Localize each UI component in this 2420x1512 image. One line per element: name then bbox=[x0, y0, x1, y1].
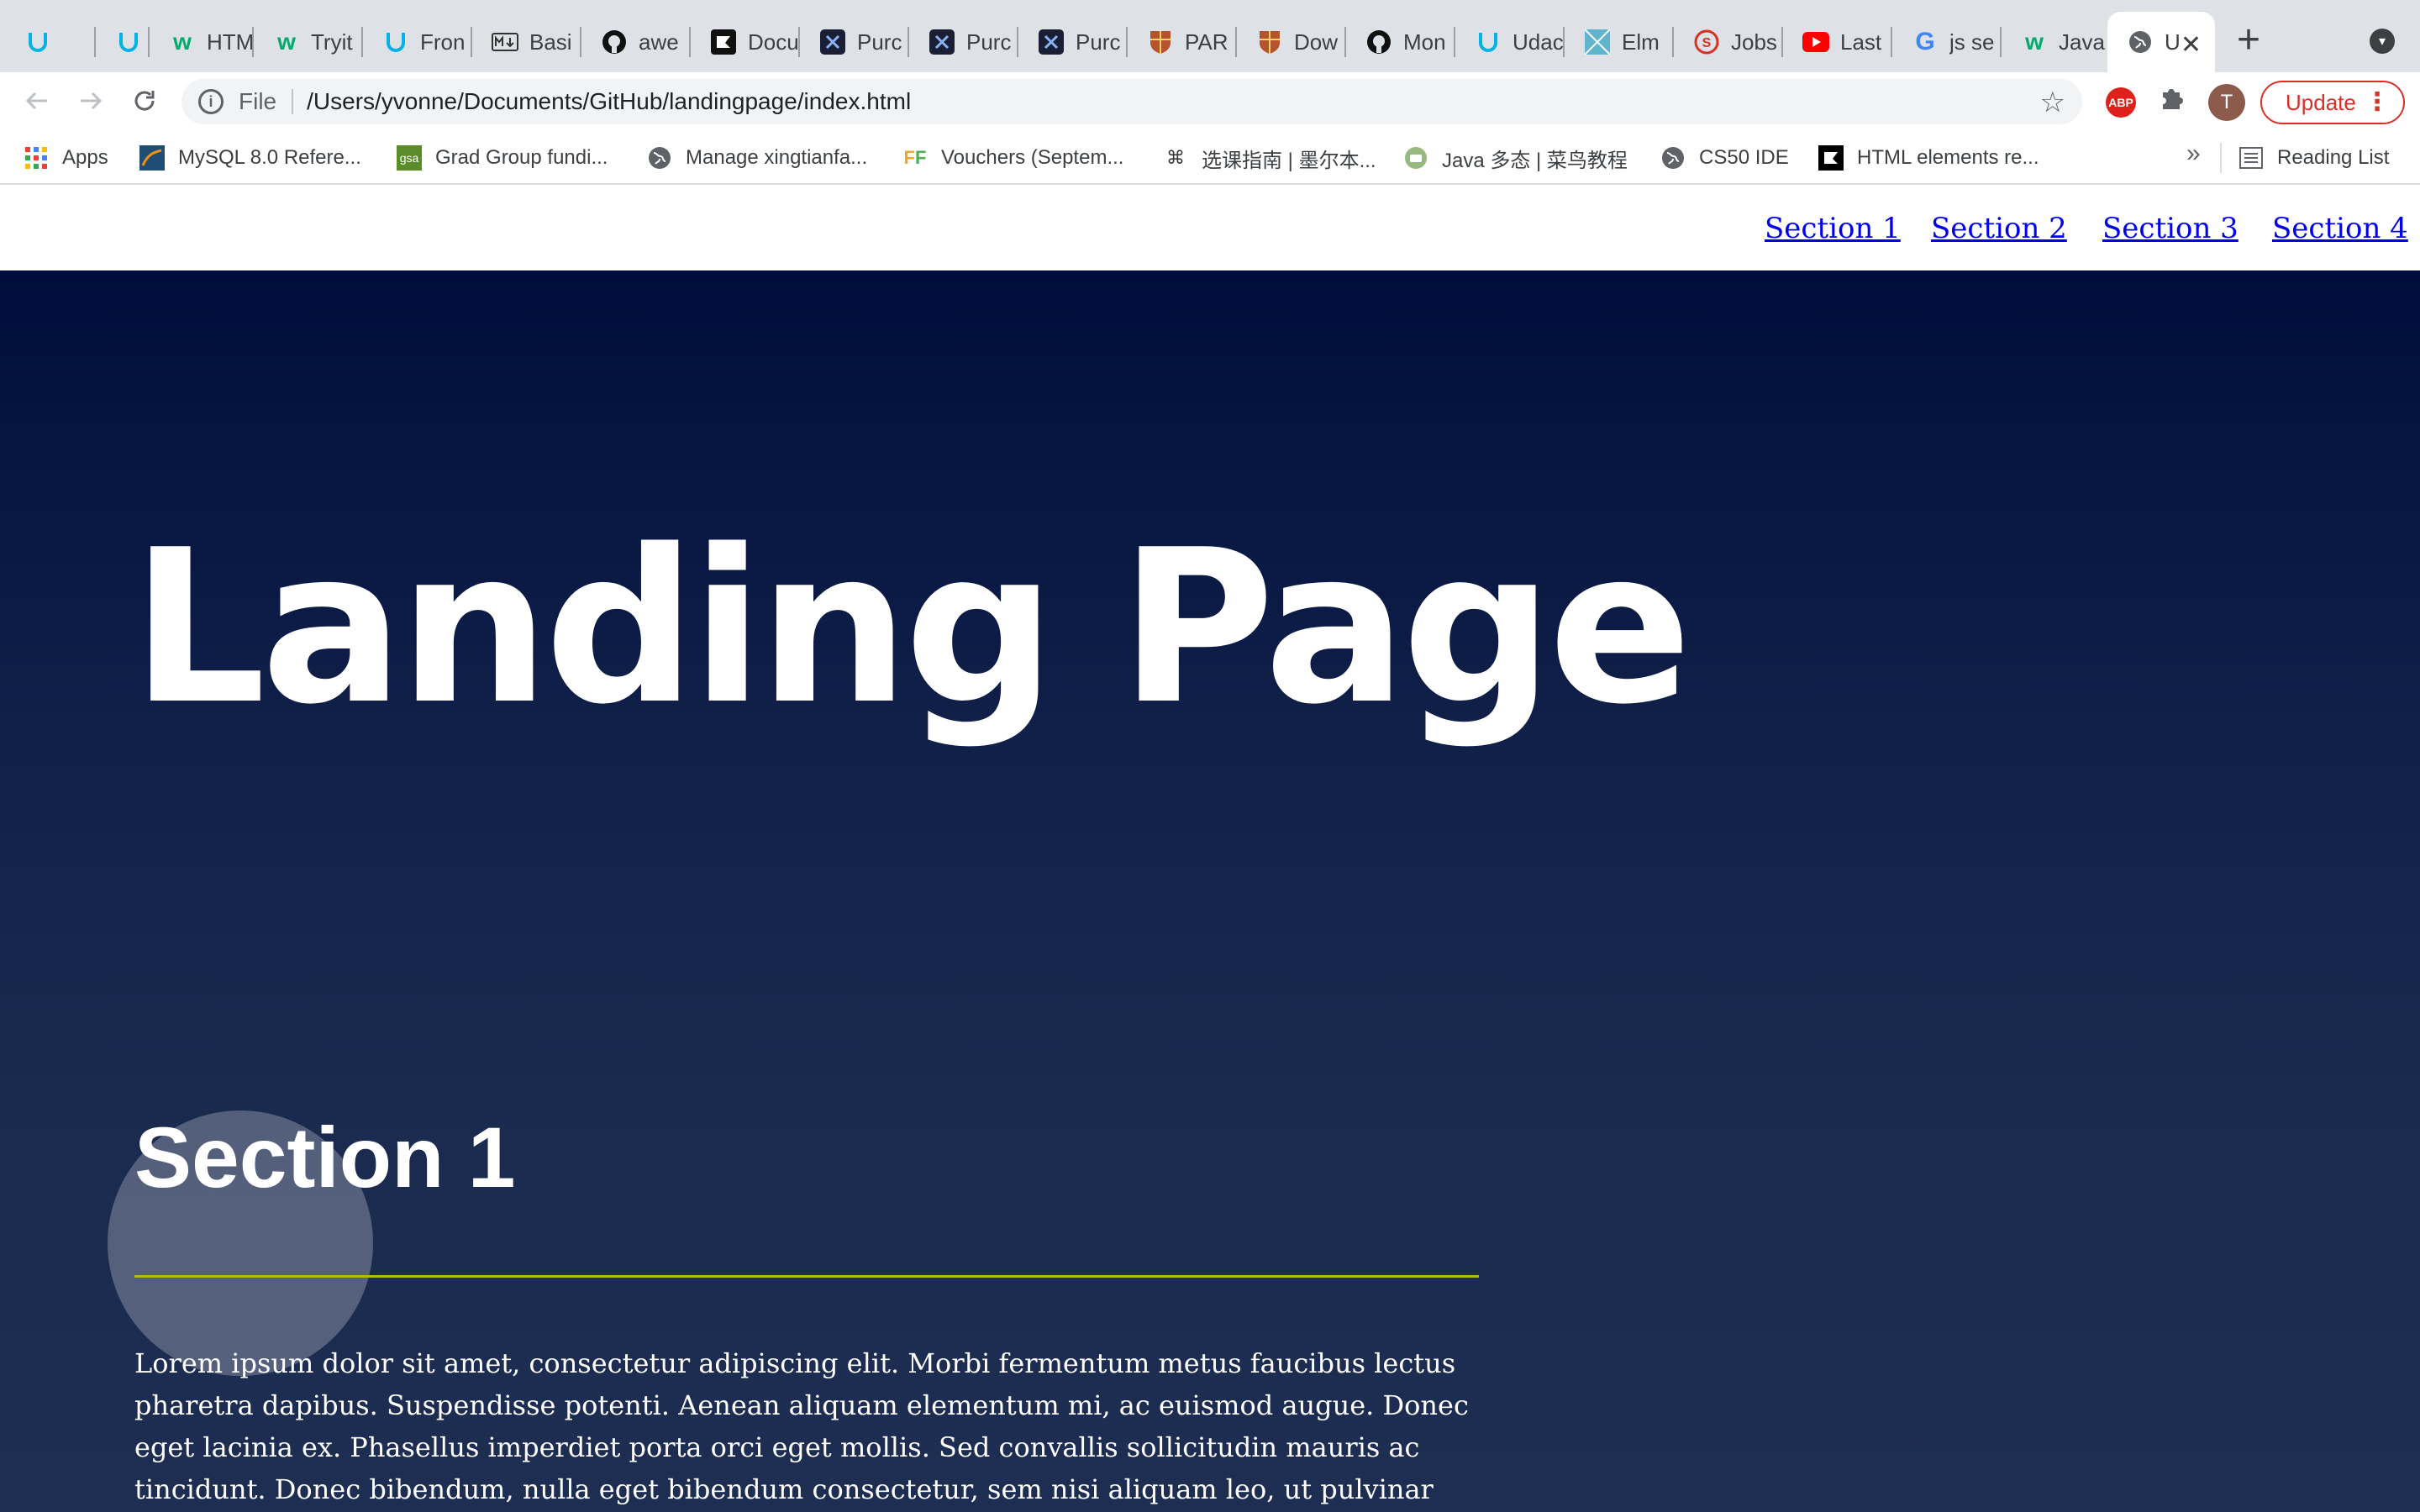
youtube-icon bbox=[1802, 28, 1830, 56]
mdn-icon bbox=[1818, 145, 1844, 171]
markdown-icon bbox=[491, 28, 519, 56]
purchase-icon bbox=[818, 28, 847, 56]
globe-icon bbox=[647, 145, 672, 171]
ff-icon: FF bbox=[903, 147, 927, 168]
bookmark-manage[interactable]: Manage xingtianfa... bbox=[647, 141, 867, 175]
mysql-icon bbox=[139, 145, 165, 171]
bookmark-course-guide[interactable]: ⌘ 选课指南 | 墨尔本... bbox=[1163, 141, 1376, 175]
shield-crest-icon bbox=[1146, 28, 1175, 56]
s-circle-icon: S bbox=[1692, 28, 1721, 56]
browser-tab-active[interactable]: U ✕ bbox=[2107, 12, 2215, 72]
nav-link-section-4[interactable]: Section 4 bbox=[2272, 212, 2408, 245]
browser-tab[interactable]: Purc bbox=[800, 12, 908, 72]
udacity-icon bbox=[381, 28, 410, 56]
w3schools-icon: w bbox=[173, 29, 192, 55]
bookmark-apps[interactable]: Apps bbox=[24, 141, 108, 175]
adblock-plus-icon[interactable]: ABP bbox=[2106, 87, 2136, 118]
browser-tab[interactable] bbox=[5, 12, 94, 72]
nav-link-section-3[interactable]: Section 3 bbox=[2102, 212, 2238, 245]
browser-tab[interactable]: Dow bbox=[1237, 12, 1344, 72]
bookmark-html-elements[interactable]: HTML elements re... bbox=[1818, 141, 2039, 175]
globe-icon bbox=[2126, 28, 2154, 56]
browser-tab[interactable]: Elm bbox=[1565, 12, 1672, 72]
browser-tab[interactable]: S Jobs bbox=[1674, 12, 1781, 72]
section-1-paragraph: Lorem ipsum dolor sit amet, consectetur … bbox=[134, 1347, 1469, 1505]
apps-grid-icon bbox=[24, 145, 49, 171]
w3schools-icon: w bbox=[277, 29, 296, 55]
info-icon[interactable]: i bbox=[198, 89, 224, 114]
tab-close-icon[interactable]: ✕ bbox=[2181, 30, 2202, 60]
course-icon: ⌘ bbox=[1166, 147, 1185, 168]
new-tab-button[interactable]: + bbox=[2237, 20, 2260, 60]
gsa-icon: gsa bbox=[397, 145, 422, 171]
browser-tab[interactable]: Basi bbox=[472, 12, 580, 72]
page-viewport: Section 1 Section 2 Section 3 Section 4 … bbox=[0, 185, 2420, 1512]
address-scheme-label: File bbox=[239, 88, 277, 114]
w3schools-icon: w bbox=[2025, 29, 2044, 55]
tab-strip: w HTM w Tryit Fron Basi awe Docu Purc Pu… bbox=[0, 0, 2420, 72]
browser-toolbar: i File /Users/yvonne/Documents/GitHub/la… bbox=[0, 72, 2420, 129]
browser-tab[interactable]: Last bbox=[1783, 12, 1891, 72]
update-button[interactable]: Update ⋮ bbox=[2260, 81, 2405, 124]
nav-link-section-2[interactable]: Section 2 bbox=[1931, 212, 2067, 245]
shield-crest-icon bbox=[1255, 28, 1284, 56]
google-icon: G bbox=[1915, 28, 1935, 55]
browser-tab[interactable]: Docu bbox=[691, 12, 798, 72]
browser-tab[interactable]: Udac bbox=[1455, 12, 1563, 72]
browser-tab[interactable]: w HTM bbox=[150, 12, 252, 72]
bookmark-java-runoob[interactable]: Java 多态 | 菜鸟教程 bbox=[1403, 141, 1628, 175]
more-menu-icon: ⋮ bbox=[2365, 88, 2390, 116]
bookmarks-bar: Apps MySQL 8.0 Refere... gsa Grad Group … bbox=[0, 129, 2420, 185]
reading-list-button[interactable]: Reading List bbox=[2238, 141, 2389, 175]
reading-list-icon bbox=[2238, 145, 2264, 171]
browser-tab[interactable]: w Java bbox=[2002, 12, 2109, 72]
browser-tab[interactable]: awe bbox=[581, 12, 689, 72]
bookmarks-overflow-button[interactable]: » bbox=[2186, 139, 2201, 168]
udacity-icon bbox=[1474, 28, 1502, 56]
page-header: Section 1 Section 2 Section 3 Section 4 bbox=[0, 185, 2420, 270]
profile-avatar[interactable]: T bbox=[2208, 84, 2245, 121]
page-title: Landing Page bbox=[131, 505, 1692, 751]
forward-button[interactable] bbox=[72, 82, 109, 119]
elm-icon bbox=[1583, 28, 1612, 56]
address-divider bbox=[292, 89, 294, 114]
svg-text:S: S bbox=[1702, 36, 1712, 50]
browser-tab[interactable]: Mon bbox=[1346, 12, 1454, 72]
reload-icon bbox=[134, 91, 155, 111]
github-icon bbox=[600, 28, 629, 56]
bookmark-vouchers[interactable]: FF Vouchers (Septem... bbox=[902, 141, 1124, 175]
hero-section: Landing Page Section 1 Lorem ipsum dolor… bbox=[0, 270, 2420, 1512]
bookmark-star-icon[interactable]: ☆ bbox=[2040, 86, 2065, 119]
forward-arrow-icon bbox=[81, 92, 103, 110]
github-icon bbox=[1365, 28, 1393, 56]
browser-tab[interactable]: G js se bbox=[1892, 12, 2000, 72]
browser-tab[interactable]: Fron bbox=[363, 12, 471, 72]
bookmarks-divider bbox=[2220, 143, 2222, 173]
back-button[interactable] bbox=[18, 82, 55, 119]
devdocs-icon bbox=[709, 28, 738, 56]
tab-search-icon[interactable]: ▾ bbox=[2370, 29, 2395, 54]
runoob-icon bbox=[1403, 145, 1428, 171]
section-divider bbox=[134, 1275, 1479, 1278]
udacity-icon bbox=[24, 28, 52, 56]
browser-tab[interactable]: w Tryit bbox=[254, 12, 361, 72]
bookmark-gsa[interactable]: gsa Grad Group fundi... bbox=[397, 141, 608, 175]
address-url[interactable]: /Users/yvonne/Documents/GitHub/landingpa… bbox=[307, 88, 911, 115]
bookmark-cs50[interactable]: CS50 IDE bbox=[1660, 141, 1789, 175]
section-1-heading: Section 1 bbox=[134, 1110, 516, 1205]
purchase-icon bbox=[928, 28, 956, 56]
address-bar[interactable]: i File /Users/yvonne/Documents/GitHub/la… bbox=[182, 79, 2082, 124]
purchase-icon bbox=[1037, 28, 1065, 56]
browser-tab[interactable]: Purc bbox=[1018, 12, 1126, 72]
browser-tab[interactable]: Purc bbox=[909, 12, 1017, 72]
udacity-icon bbox=[114, 28, 143, 56]
nav-link-section-1[interactable]: Section 1 bbox=[1765, 212, 1901, 245]
globe-icon bbox=[1660, 145, 1686, 171]
back-arrow-icon bbox=[25, 92, 47, 110]
update-label: Update bbox=[2286, 89, 2356, 115]
browser-tab[interactable]: PAR bbox=[1128, 12, 1235, 72]
extensions-puzzle-icon[interactable] bbox=[2158, 84, 2186, 120]
bookmark-mysql[interactable]: MySQL 8.0 Refere... bbox=[139, 141, 361, 175]
reload-button[interactable] bbox=[126, 82, 163, 119]
